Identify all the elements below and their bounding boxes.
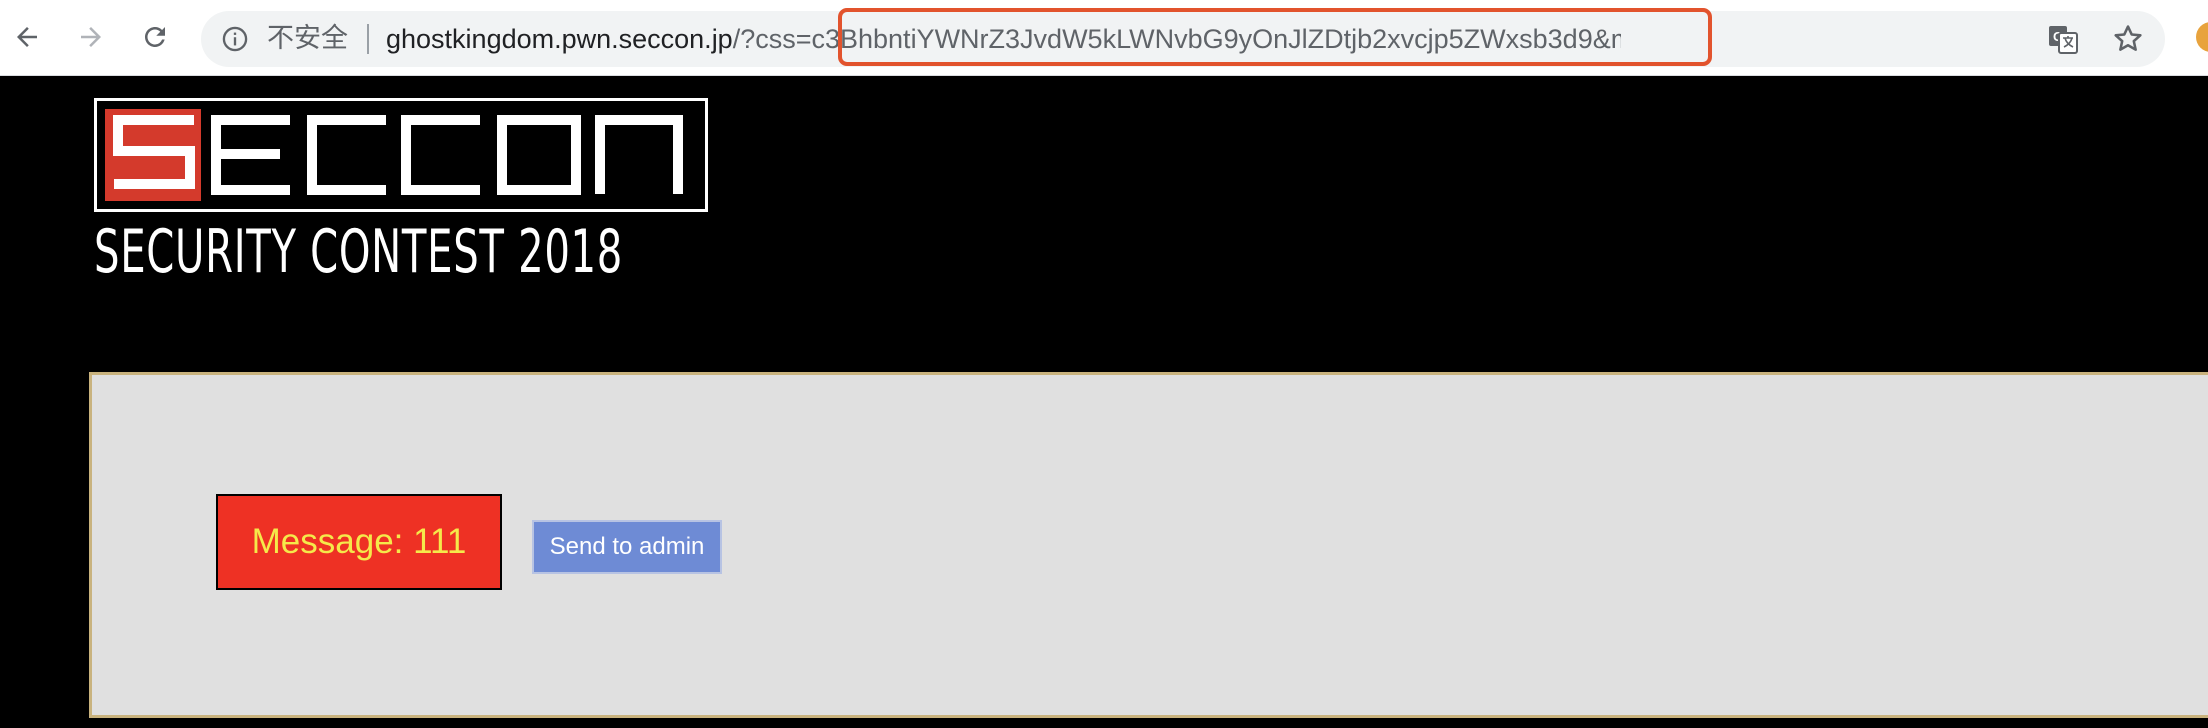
site-info-button[interactable]: [219, 23, 251, 55]
security-status-label[interactable]: 不安全: [267, 11, 348, 67]
forward-arrow-icon: [81, 27, 101, 47]
back-arrow-icon: [17, 27, 37, 47]
forward-button[interactable]: [68, 14, 114, 60]
extension-icon[interactable]: [2196, 22, 2208, 52]
reload-button[interactable]: [132, 14, 178, 60]
omnibox-divider: [367, 24, 369, 54]
seccon-logo: SECURITY CONTEST 2018: [94, 98, 710, 288]
url-path-query: /?css=c3BhbntiYWNrZ3JvdW5kLWNvbG9yOnJlZD…: [732, 24, 1621, 54]
send-to-admin-button[interactable]: Send to admin: [532, 520, 722, 574]
star-icon[interactable]: [2111, 22, 2145, 56]
browser-toolbar: 不安全 ghostkingdom.pwn.seccon.jp/?css=c3Bh…: [0, 0, 2208, 76]
back-button[interactable]: [4, 14, 50, 60]
address-bar[interactable]: 不安全 ghostkingdom.pwn.seccon.jp/?css=c3Bh…: [201, 11, 2165, 67]
seccon-wordmark: [113, 115, 683, 195]
message-display: Message: 111: [216, 494, 502, 590]
info-icon: [222, 26, 248, 52]
url-host: ghostkingdom.pwn.seccon.jp: [386, 24, 733, 54]
message-panel: Message: 111 Send to admin: [89, 372, 2208, 718]
logo-tagline: SECURITY CONTEST 2018: [94, 217, 624, 287]
reload-icon: [145, 27, 165, 47]
url-text[interactable]: ghostkingdom.pwn.seccon.jp/?css=c3Bhbnti…: [386, 11, 1621, 67]
translate-icon[interactable]: G: [2047, 23, 2079, 55]
logo-frame: [94, 98, 708, 212]
